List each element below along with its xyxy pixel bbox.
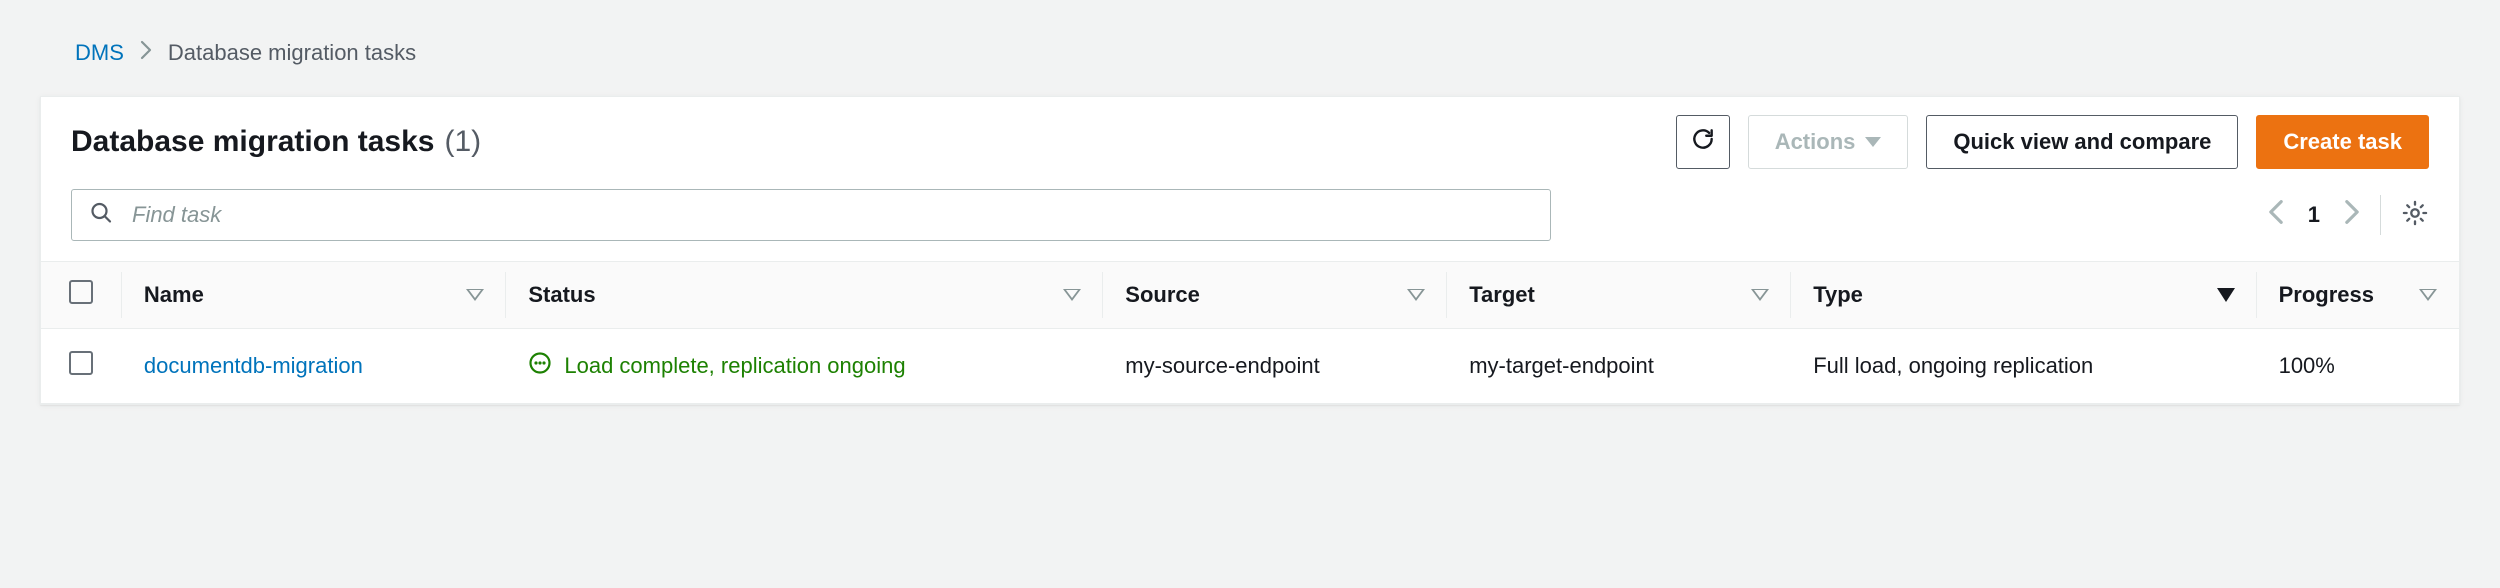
sort-icon (1407, 289, 1425, 301)
column-header-source[interactable]: Source (1103, 262, 1447, 329)
column-header-target[interactable]: Target (1447, 262, 1791, 329)
refresh-icon (1690, 126, 1716, 158)
pagination: 1 (2268, 199, 2360, 231)
divider (2380, 195, 2381, 235)
task-name-link[interactable]: documentdb-migration (144, 353, 363, 378)
next-page-button[interactable] (2344, 199, 2360, 231)
row-checkbox[interactable] (69, 351, 93, 375)
page-number: 1 (2308, 202, 2320, 228)
column-label: Source (1125, 282, 1200, 308)
quick-view-compare-button[interactable]: Quick view and compare (1926, 115, 2238, 169)
sort-icon (1751, 289, 1769, 301)
sort-active-icon (2217, 288, 2235, 302)
target-cell: my-target-endpoint (1447, 329, 1791, 404)
breadcrumb: DMS Database migration tasks (75, 40, 2460, 66)
search-icon (89, 201, 113, 230)
status-success-icon (528, 351, 552, 381)
caret-down-icon (1865, 137, 1881, 147)
prev-page-button[interactable] (2268, 199, 2284, 231)
actions-dropdown-button[interactable]: Actions (1748, 115, 1909, 169)
chevron-right-icon (140, 40, 152, 66)
column-label: Target (1469, 282, 1535, 308)
source-cell: my-source-endpoint (1103, 329, 1447, 404)
filter-row: 1 (41, 181, 2459, 261)
column-header-type[interactable]: Type (1791, 262, 2256, 329)
table-row: documentdb-migration Load complete, (41, 329, 2459, 404)
column-header-status[interactable]: Status (506, 262, 1103, 329)
column-label: Progress (2279, 282, 2374, 308)
breadcrumb-root-link[interactable]: DMS (75, 40, 124, 66)
column-label: Type (1813, 282, 1863, 308)
status-text: Load complete, replication ongoing (564, 353, 905, 379)
sort-icon (466, 289, 484, 301)
create-task-button[interactable]: Create task (2256, 115, 2429, 169)
progress-cell: 100% (2257, 329, 2459, 404)
column-label: Name (144, 282, 204, 308)
actions-label: Actions (1775, 129, 1856, 155)
select-all-checkbox[interactable] (69, 280, 93, 304)
sort-icon (2419, 289, 2437, 301)
refresh-button[interactable] (1676, 115, 1730, 169)
settings-button[interactable] (2401, 199, 2429, 232)
column-header-name[interactable]: Name (122, 262, 506, 329)
type-cell: Full load, ongoing replication (1791, 329, 2256, 404)
status-badge: Load complete, replication ongoing (528, 351, 1081, 381)
sort-icon (1063, 289, 1081, 301)
page-title: Database migration tasks (71, 125, 434, 159)
panel-header: Database migration tasks (1) Actions Qui… (41, 97, 2459, 181)
breadcrumb-current: Database migration tasks (168, 40, 416, 66)
gear-icon (2401, 214, 2429, 231)
column-header-progress[interactable]: Progress (2257, 262, 2459, 329)
search-input[interactable] (71, 189, 1551, 241)
tasks-table: Name Status Source (41, 261, 2459, 404)
item-count: (1) (444, 125, 481, 159)
column-label: Status (528, 282, 595, 308)
tasks-panel: Database migration tasks (1) Actions Qui… (40, 96, 2460, 405)
